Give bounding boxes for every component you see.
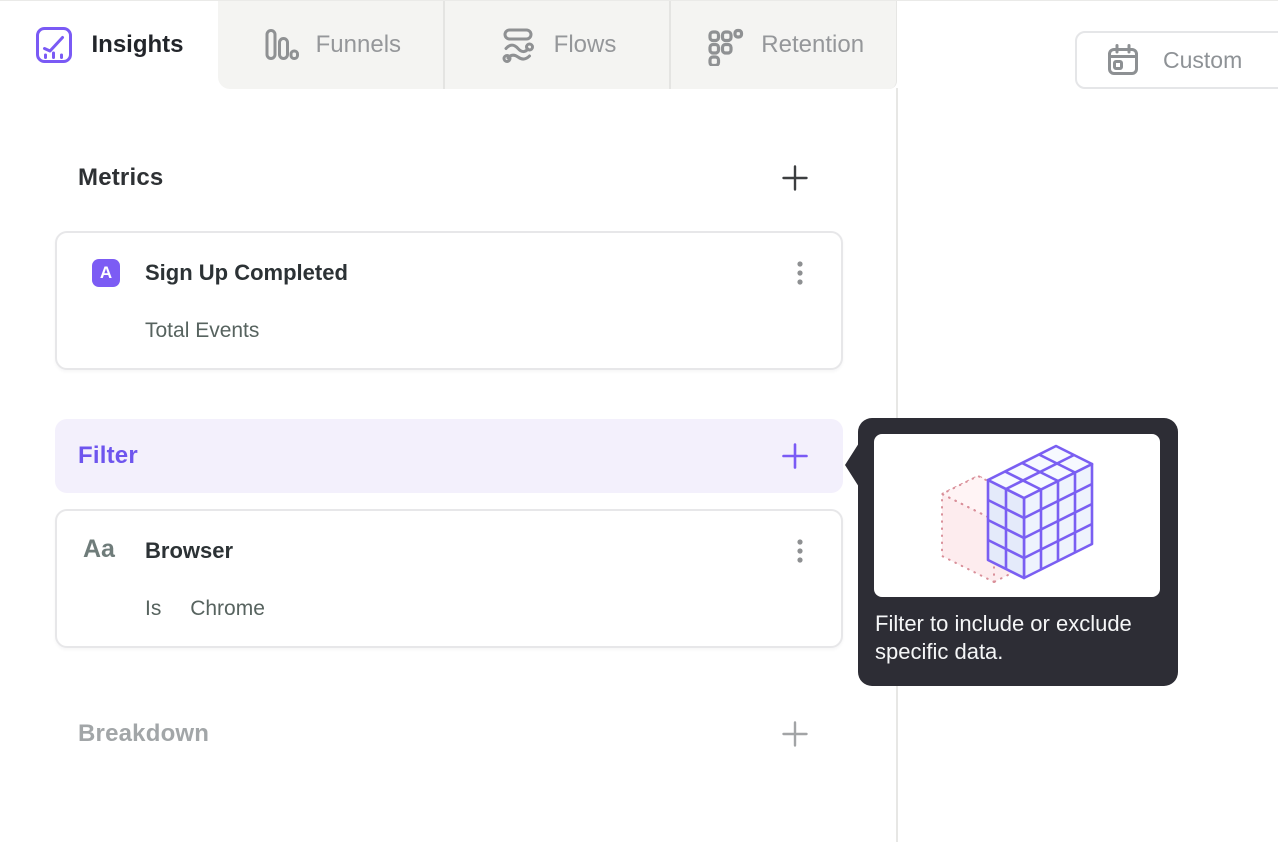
filter-card[interactable]: Aa Browser Is Chrome [55,509,843,648]
custom-date-range-label: Custom [1163,46,1243,73]
filter-section-title: Filter [78,442,138,469]
plus-icon [782,443,808,469]
kebab-vertical-icon [797,261,803,285]
cube-filter-illustration [941,444,1094,583]
plus-icon [782,165,808,191]
custom-date-range-button[interactable]: Custom [1075,31,1278,89]
tab-flows[interactable]: Flows [442,1,670,89]
inactive-tab-strip: Funnels Flows Retention [218,1,897,89]
filter-condition[interactable]: Is Chrome [145,597,265,621]
metrics-section-header: Metrics [55,160,843,196]
metric-event-name: Sign Up Completed [145,260,348,285]
tab-bar: Insights Funnels Flows Retention Custom [0,0,1278,89]
filter-help-tooltip: Filter to include or exclude specific da… [845,418,1178,686]
filter-property-name: Browser [145,538,234,563]
calendar-icon [1105,42,1141,78]
tab-flows-label: Flows [553,31,617,58]
filter-illustration [874,434,1160,597]
add-breakdown-button[interactable] [781,720,809,748]
filter-help-text: Filter to include or exclude specific da… [875,611,1132,664]
kebab-vertical-icon [797,539,803,563]
filter-value[interactable]: Chrome [190,597,265,620]
flows-wave-icon [498,25,538,65]
metric-card[interactable]: A Sign Up Completed Total Events [55,231,843,370]
filter-section-row[interactable]: Filter [55,419,843,493]
tab-retention-label: Retention [761,31,865,58]
tab-insights[interactable]: Insights [0,1,218,89]
retention-dot-grid-icon [703,24,745,66]
plus-icon [782,721,808,747]
tab-insights-label: Insights [91,31,184,58]
tab-funnels-label: Funnels [315,31,402,58]
metrics-section-title: Metrics [78,164,164,191]
metric-series-badge: A [92,259,120,287]
metric-card-menu-button[interactable] [795,259,805,291]
string-property-icon: Aa [83,535,115,563]
add-filter-button[interactable] [781,442,809,470]
add-metric-button[interactable] [781,164,809,192]
insights-chart-icon [34,25,74,65]
metric-aggregation[interactable]: Total Events [145,319,259,343]
tab-retention[interactable]: Retention [669,1,896,89]
filter-card-menu-button[interactable] [795,537,805,569]
filter-operator[interactable]: Is [145,597,161,620]
tab-funnels[interactable]: Funnels [218,1,443,89]
breakdown-section-header: Breakdown [55,716,843,752]
breakdown-section-title: Breakdown [78,720,210,747]
funnels-bars-icon [260,25,300,65]
